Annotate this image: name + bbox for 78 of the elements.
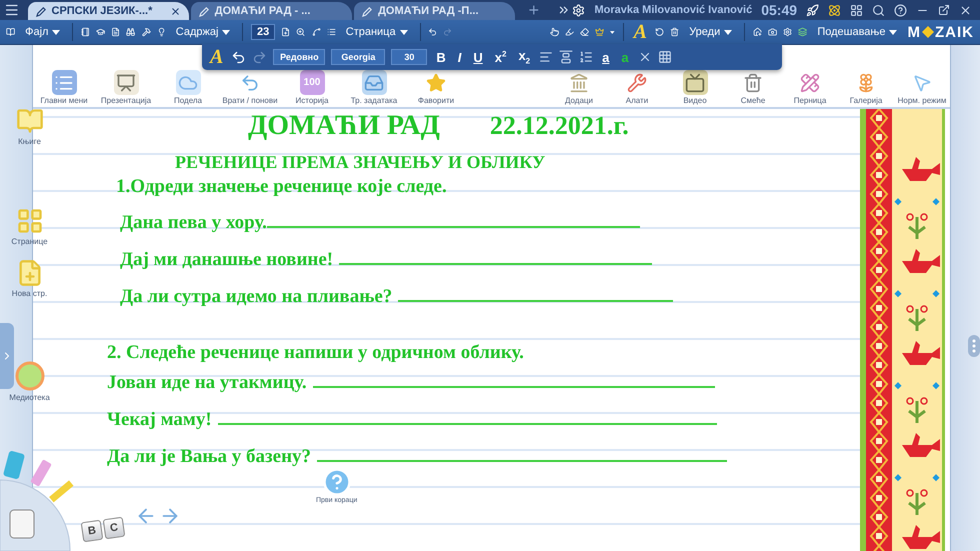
rocket-icon[interactable] <box>806 4 820 16</box>
caret-icon <box>889 30 898 34</box>
valign-icon[interactable] <box>559 50 574 64</box>
launcher-label[interactable]: Алати <box>626 96 648 105</box>
sidebar-label[interactable]: Странице <box>11 237 48 246</box>
font-style-button[interactable]: A <box>208 47 226 67</box>
caret-icon <box>610 30 616 34</box>
restore-icon[interactable] <box>938 4 950 16</box>
new-tab-icon[interactable] <box>527 3 541 17</box>
script-button[interactable]: x$^{2}$ <box>492 49 510 65</box>
menu-icon[interactable] <box>4 2 20 18</box>
apps-grid-icon[interactable] <box>850 4 864 16</box>
mozaik-logo: M ZAIK <box>908 24 974 40</box>
document-tab[interactable]: ДОМАЋИ РАД -П... <box>354 2 516 20</box>
align-icon[interactable] <box>539 50 554 64</box>
document-tab[interactable]: СРПСКИ ЈЕЗИК-...* <box>28 2 189 20</box>
launcher-label[interactable]: Подела <box>174 96 202 105</box>
caret-icon <box>400 30 408 34</box>
font-size-field[interactable]: 30 <box>391 49 428 65</box>
file-menu[interactable]: Фајл <box>21 26 64 38</box>
text-tool-button[interactable]: A <box>632 22 649 42</box>
sentence: Јован иде на утакмицу. <box>107 371 307 395</box>
bullet-list-icon[interactable] <box>579 50 594 64</box>
text-style-button[interactable]: B <box>433 50 449 64</box>
help-icon[interactable] <box>894 4 908 16</box>
task-heading: 1.Одреди значење реченице које следе. <box>116 176 448 198</box>
tv-icon[interactable] <box>682 70 708 95</box>
caret-icon <box>724 30 732 34</box>
sidebar-label[interactable]: Нова стр. <box>12 289 48 298</box>
font-family-field[interactable]: Georgia <box>331 49 386 65</box>
text-style-button[interactable]: I <box>454 50 464 64</box>
page-menu[interactable]: Страница <box>342 26 412 38</box>
document-tab[interactable]: ДОМАЋИ РАД - ... <box>190 2 352 20</box>
side-handle-icon[interactable] <box>968 335 980 357</box>
launcher-label[interactable]: Галерија <box>850 96 882 105</box>
settings-icon[interactable] <box>572 4 586 16</box>
sentence: Дана пева у хору. <box>120 211 267 235</box>
launcher-label[interactable]: Додаци <box>565 96 593 105</box>
launcher-label[interactable]: Презентација <box>100 96 152 105</box>
tray-icon[interactable] <box>362 70 386 95</box>
sidebar-label[interactable]: Књиге <box>18 137 41 146</box>
content-menu[interactable]: Садржај <box>172 26 234 38</box>
launcher-label[interactable]: Перница <box>794 96 826 105</box>
worksheet-subtitle: РЕЧЕНИЦЕ ПРЕМА ЗНАЧЕЊУ И ОБЛИКУ <box>175 151 546 173</box>
launcher-label[interactable]: Главни мени <box>40 96 88 105</box>
launcher-label[interactable]: Фаворити <box>418 96 454 105</box>
task-heading: 2. Следеће реченице напиши у одричном облику. <box>107 342 525 364</box>
page-number[interactable]: 23 <box>251 24 276 40</box>
worksheet-date: 22.12.2021.г. <box>490 111 629 141</box>
sidebar-label[interactable]: Медиотека <box>9 393 50 402</box>
search-icon[interactable] <box>872 4 886 16</box>
text-style-button[interactable]: U <box>470 50 486 64</box>
launcher-label[interactable]: Смеће <box>740 96 766 105</box>
pencil-icon[interactable] <box>36 6 46 16</box>
presentation-board-icon[interactable] <box>114 70 138 95</box>
launcher-label[interactable]: Норм. режим <box>898 96 946 105</box>
caret-icon <box>52 30 60 34</box>
sentence: Да ли сутра идемо на пливање? <box>120 285 392 309</box>
launcher-label[interactable]: Историја <box>296 96 328 105</box>
close-icon[interactable] <box>959 4 972 16</box>
caret-icon <box>222 30 230 34</box>
font-style-field[interactable]: Редовно <box>273 49 326 65</box>
launcher-label[interactable]: Тр. задатака <box>350 96 398 105</box>
launcher-label[interactable]: Видео <box>683 96 707 105</box>
text-color-button[interactable]: a <box>599 50 612 64</box>
keyboard-icon[interactable] <box>658 50 672 64</box>
edit-menu[interactable]: Уреди <box>685 26 736 38</box>
close-icon[interactable] <box>170 6 181 16</box>
undo-icon[interactable] <box>231 50 246 64</box>
settings-menu[interactable]: Подешавање <box>813 26 902 38</box>
clock-time: 05:49 <box>761 2 798 18</box>
worksheet-title: ДОМАЋИ РАД <box>248 111 440 141</box>
sentence: Дај ми данашње новине! <box>120 248 334 272</box>
sentence: Чекај маму! <box>107 408 212 432</box>
sentence: Да ли је Вања у базену? <box>107 445 312 469</box>
script-button[interactable]: x$_{2}$ <box>515 48 534 66</box>
user-name: Moravka Milovanović Ivanović <box>594 4 752 16</box>
launcher-label[interactable]: Врати / понови <box>222 96 278 105</box>
